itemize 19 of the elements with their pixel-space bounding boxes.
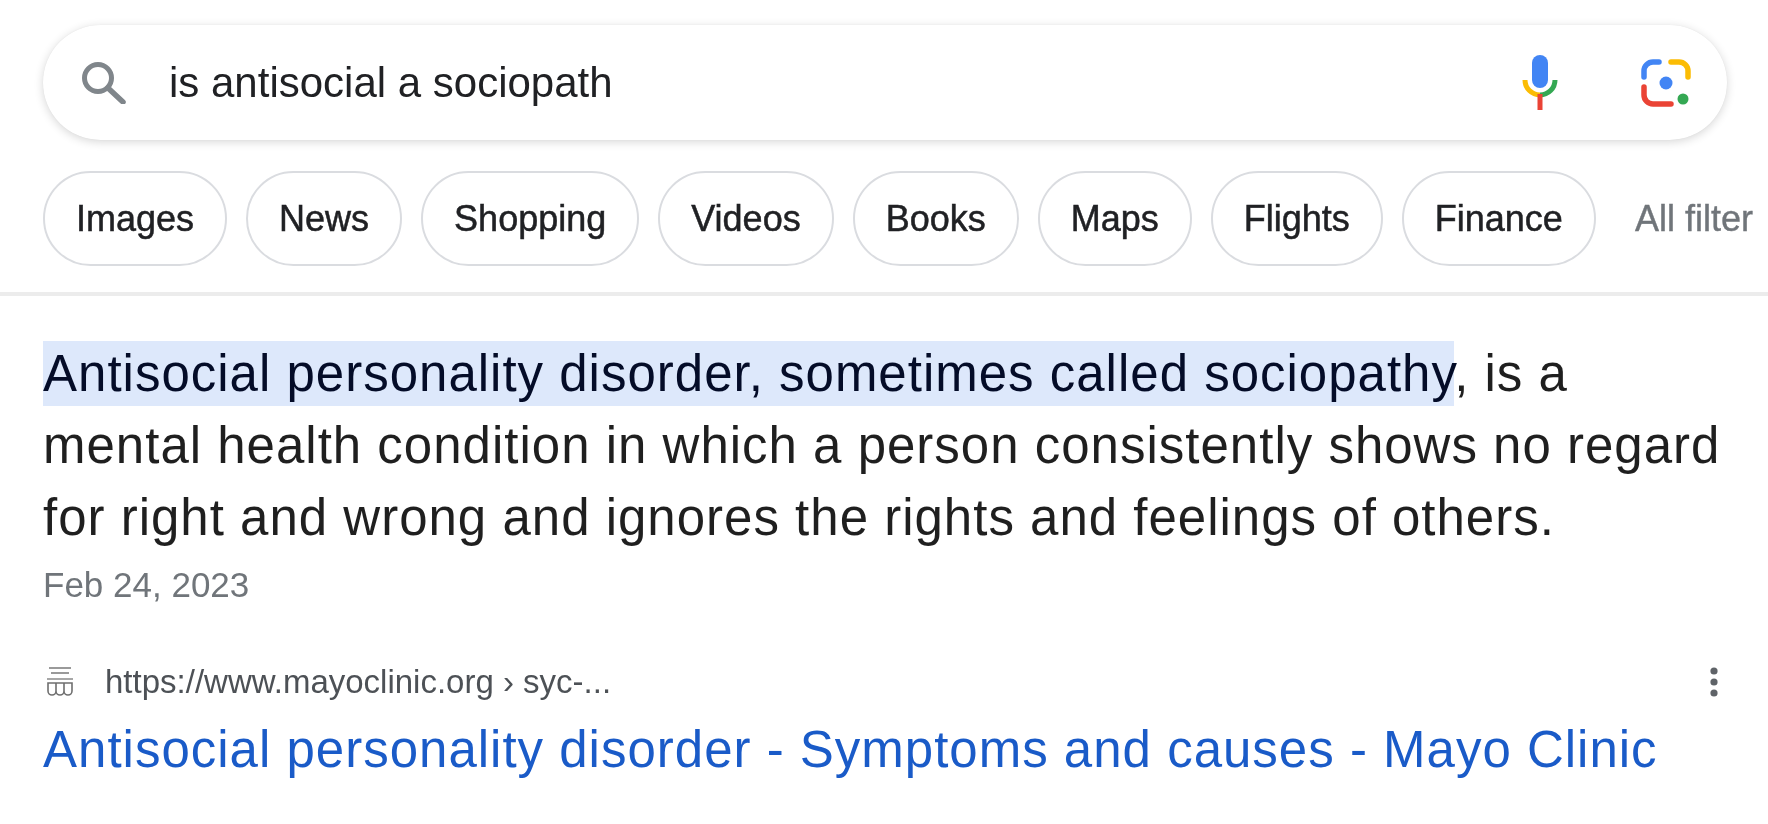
filter-chip[interactable]: Flights <box>1210 171 1383 266</box>
snippet-text: Antisocial personality disorder, sometimes called sociopathy, is a mental health condition in which a person consistently shows no regard for right and wrong and ignores the rights and feelings of others. <box>43 338 1733 554</box>
filter-chip[interactable]: Videos <box>658 171 834 266</box>
camera-lens-icon[interactable] <box>1641 58 1691 107</box>
filter-chip[interactable]: Images <box>43 171 228 266</box>
filter-chip[interactable]: Shopping <box>421 171 640 266</box>
filter-chip[interactable]: News <box>246 171 403 266</box>
filter-chip[interactable]: Finance <box>1401 171 1596 266</box>
filter-chip[interactable]: Maps <box>1037 171 1192 266</box>
more-options-icon[interactable] <box>1709 667 1719 697</box>
shield-logo-icon <box>45 665 75 699</box>
filters-link[interactable]: All filter <box>1614 188 1753 249</box>
result-url: https://www.mayoclinic.org › syc-... <box>105 662 612 702</box>
snippet-date: Feb 24, 2023 <box>43 565 250 605</box>
result-title-link[interactable]: Antisocial personality disorder - Symptoms and causes - Mayo Clinic <box>43 720 1658 780</box>
search-icon[interactable] <box>81 61 126 104</box>
filter-chip[interactable]: Books <box>852 171 1019 266</box>
microphone-icon[interactable] <box>1522 55 1558 110</box>
search-input[interactable]: is antisocial a sociopath <box>169 52 1522 113</box>
